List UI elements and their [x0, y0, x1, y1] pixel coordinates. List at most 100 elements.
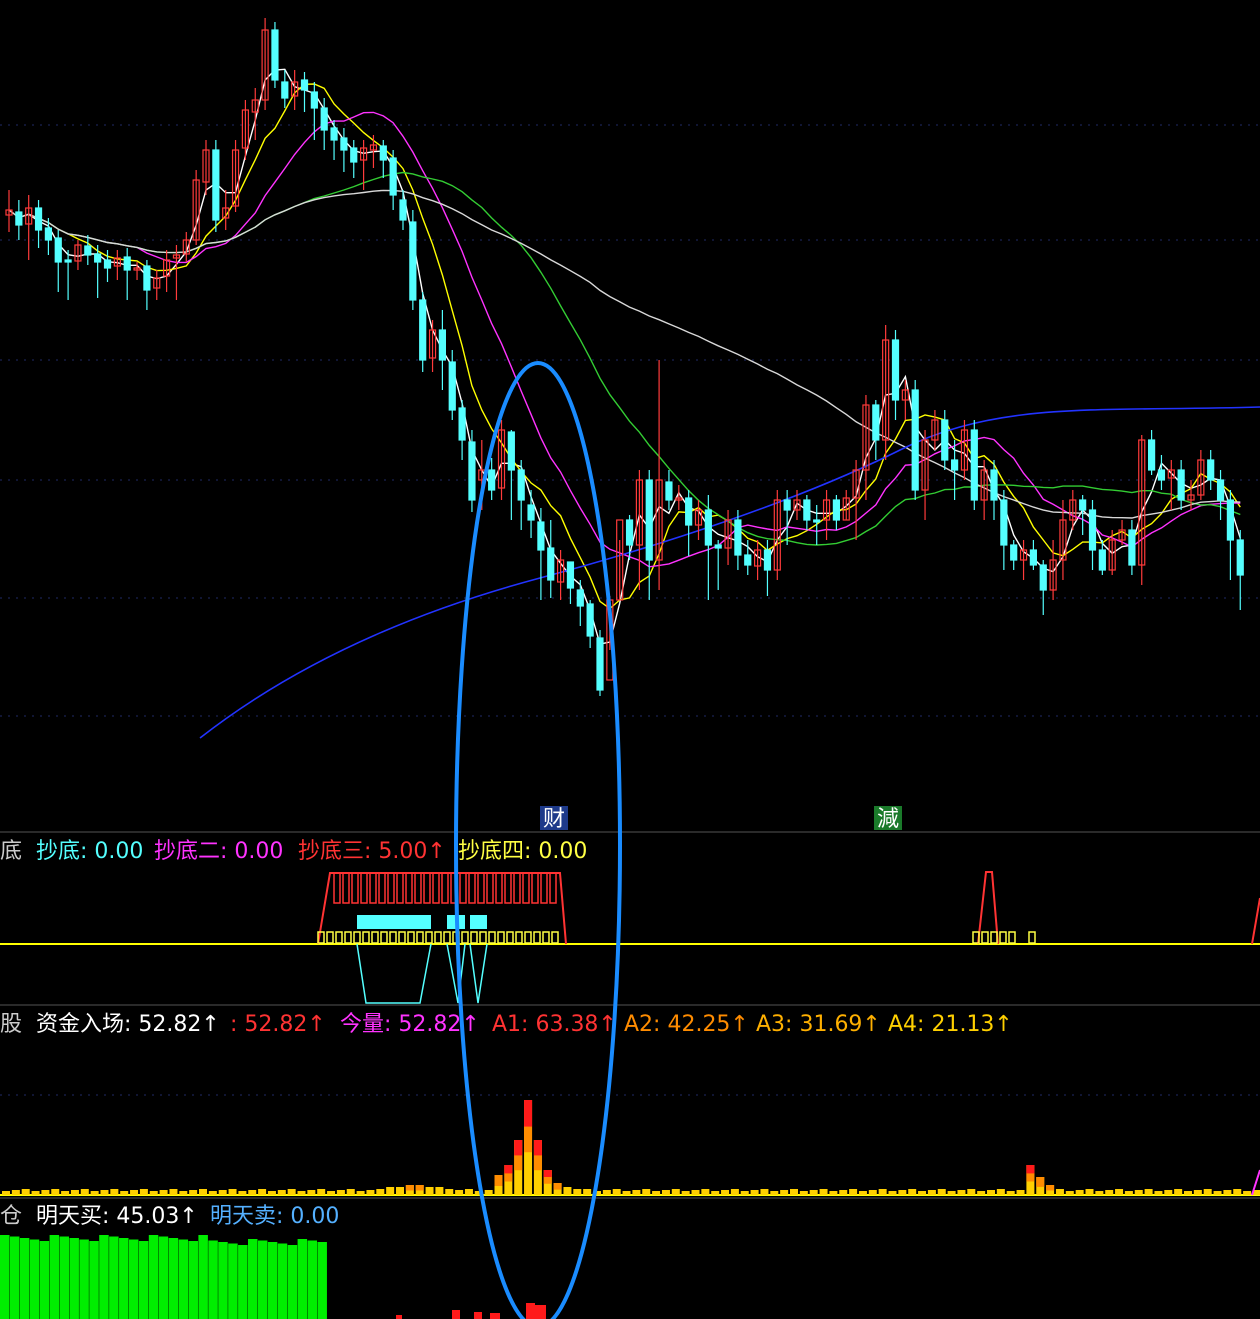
- red-bar: [378, 872, 386, 904]
- flow-bar: [396, 1187, 404, 1195]
- flow-bar: [642, 1189, 651, 1195]
- p4-label-2: 明天卖: 0.00: [210, 1204, 339, 1229]
- candle-body: [1177, 469, 1185, 501]
- buy-bar: [287, 1245, 298, 1319]
- flow-bar: [425, 1187, 434, 1195]
- flow-bar: [435, 1187, 444, 1195]
- buy-bar: [29, 1239, 40, 1319]
- buy-bar: [128, 1239, 139, 1319]
- flow-bar: [918, 1191, 927, 1195]
- flow-bar: [898, 1190, 907, 1195]
- flow-bar: [583, 1189, 592, 1195]
- flow-bar-top: [514, 1140, 523, 1156]
- p2-label-0: 底: [0, 839, 22, 864]
- flow-bar: [484, 1190, 493, 1195]
- flow-bar-mid: [415, 1185, 424, 1191]
- flow-bar: [839, 1190, 848, 1195]
- flow-bar: [711, 1191, 720, 1195]
- buy-bar: [59, 1236, 70, 1319]
- buy-bar: [168, 1238, 179, 1319]
- buy-bar: [218, 1242, 228, 1319]
- flow-bar: [336, 1190, 345, 1195]
- buy-bar: [188, 1241, 198, 1319]
- yellow-bar: [344, 931, 352, 944]
- flow-bar: [297, 1191, 306, 1195]
- p4-label-0: 仓: [0, 1204, 22, 1229]
- candle-body: [576, 589, 584, 607]
- flow-bar: [927, 1190, 936, 1195]
- flow-bar: [770, 1191, 779, 1195]
- cyan-line: [356, 943, 488, 1004]
- flow-bar: [987, 1190, 995, 1195]
- candle-body: [123, 256, 131, 271]
- flow-bar: [238, 1191, 247, 1195]
- p3-label-4: A1: 63.38↑: [492, 1012, 617, 1037]
- buy-bar: [178, 1239, 189, 1319]
- yellow-bar: [506, 931, 514, 944]
- candle-body: [872, 404, 880, 441]
- buy-bar: [248, 1239, 258, 1319]
- flow-bar: [1065, 1191, 1074, 1195]
- yellow-bar: [389, 931, 397, 944]
- flow-bar: [937, 1189, 946, 1195]
- yellow-bar: [990, 931, 998, 944]
- flow-bar-top: [1026, 1165, 1035, 1174]
- candle-body: [310, 91, 318, 109]
- flow-bar: [730, 1189, 739, 1195]
- candle-body: [1088, 509, 1097, 551]
- candle-body: [1226, 499, 1235, 541]
- flow-bar: [228, 1189, 237, 1195]
- capital-inflow-panel: [0, 1100, 1260, 1196]
- yellow-bar: [425, 931, 433, 944]
- flow-bar: [1193, 1190, 1202, 1195]
- buy-bar: [79, 1239, 89, 1319]
- p3-label-1: 资金入场: 52.82↑: [36, 1012, 220, 1037]
- red-bar: [423, 872, 431, 904]
- chart-canvas[interactable]: 财減 底抄底: 0.00 抄底二: 0.00 抄底三: 5.00↑ 抄底四: 0.00…: [0, 0, 1260, 1319]
- red-bar: [459, 872, 467, 904]
- candle-body: [941, 419, 949, 461]
- flow-bar: [908, 1189, 917, 1195]
- red-bar: [333, 872, 341, 904]
- ma10-line: [8, 83, 1241, 610]
- marker-text: 減: [877, 807, 899, 832]
- p3-label-6: A3: 31.69↑: [756, 1012, 881, 1037]
- flow-bar: [366, 1190, 375, 1195]
- flow-bar: [356, 1191, 365, 1195]
- ma5-line: [8, 68, 1241, 645]
- candle-body: [409, 221, 417, 301]
- candle-body: [1128, 529, 1136, 566]
- flow-bar: [386, 1187, 395, 1195]
- flow-bar: [248, 1190, 257, 1195]
- yellow-bar: [434, 931, 442, 944]
- candle-body: [507, 431, 515, 471]
- candle-body: [54, 237, 62, 263]
- flow-bar: [868, 1190, 877, 1195]
- flow-bar: [612, 1189, 621, 1195]
- flow-bar: [1223, 1190, 1232, 1195]
- flow-bar: [139, 1189, 148, 1195]
- candle-body: [1000, 499, 1008, 546]
- red-bar: [369, 872, 377, 904]
- buy-bar: [307, 1240, 318, 1319]
- p3-label-7: A4: 21.13↑: [888, 1012, 1013, 1037]
- flow-bar: [1105, 1190, 1114, 1195]
- candle-body: [685, 497, 693, 526]
- flow-bar: [1184, 1191, 1192, 1195]
- candle-body: [517, 469, 525, 501]
- buy-sell-panel: [0, 1235, 546, 1319]
- flow-bar: [819, 1189, 828, 1195]
- candlestick-series: [5, 18, 1244, 696]
- flow-bar-mid: [494, 1175, 503, 1186]
- yellow-bar: [479, 931, 487, 944]
- yellow-bar: [524, 931, 532, 944]
- flow-bar: [1243, 1191, 1252, 1195]
- flow-bar: [179, 1191, 188, 1195]
- flow-bar: [977, 1191, 986, 1195]
- red-bar: [351, 872, 359, 904]
- red-bar: [531, 872, 539, 904]
- flow-bar-top: [533, 1140, 542, 1156]
- flow-bar: [110, 1189, 119, 1195]
- candle-body: [64, 259, 72, 263]
- buy-bar: [257, 1240, 268, 1319]
